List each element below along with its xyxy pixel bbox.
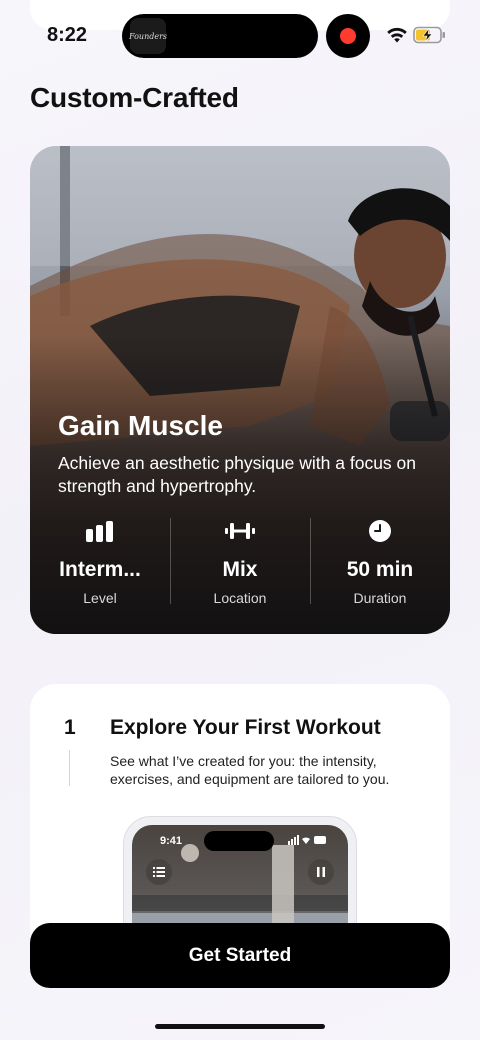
step-connector-line bbox=[69, 750, 70, 786]
stat-duration-label: Duration bbox=[353, 590, 407, 606]
goal-description: Achieve an aesthetic physique with a foc… bbox=[58, 453, 416, 496]
step-description: See what I’ve created for you: the inten… bbox=[110, 753, 390, 787]
screen-recording-indicator[interactable] bbox=[326, 14, 370, 58]
pause-icon bbox=[317, 867, 325, 877]
workout-stats: Interm... Level Mix Location 50 min Dura… bbox=[30, 516, 450, 606]
island-thumbnail-text: Founders bbox=[128, 31, 168, 41]
stat-level: Interm... Level bbox=[30, 516, 170, 606]
home-indicator[interactable] bbox=[155, 1024, 325, 1029]
stat-location-label: Location bbox=[213, 590, 267, 606]
battery-charging-icon bbox=[413, 26, 445, 44]
bar-chart-icon bbox=[86, 521, 113, 542]
wifi-icon bbox=[387, 27, 407, 43]
preview-dynamic-island bbox=[204, 831, 274, 851]
list-icon bbox=[153, 867, 165, 877]
island-thumbnail: Founders bbox=[128, 18, 168, 54]
stat-duration: 50 min Duration bbox=[310, 516, 450, 606]
goal-title: Gain Muscle bbox=[58, 410, 223, 441]
clock-icon bbox=[369, 520, 391, 542]
stat-location-value: Mix bbox=[222, 558, 258, 581]
stat-level-value: Interm... bbox=[59, 558, 141, 581]
dumbbell-icon bbox=[225, 523, 255, 539]
step-number: 1 bbox=[64, 716, 76, 739]
page-title: Custom-Crafted bbox=[30, 82, 239, 113]
preview-pause-button bbox=[308, 859, 334, 885]
preview-status-time: 9:41 bbox=[160, 835, 183, 847]
stat-level-label: Level bbox=[83, 590, 117, 606]
workout-goal-card[interactable]: Gain Muscle Achieve an aesthetic physiqu… bbox=[30, 146, 450, 634]
get-started-button[interactable]: Get Started bbox=[30, 923, 450, 988]
stat-duration-value: 50 min bbox=[346, 558, 414, 581]
preview-list-button bbox=[146, 859, 172, 885]
dynamic-island[interactable]: Founders bbox=[122, 14, 318, 58]
step-title: Explore Your First Workout bbox=[110, 716, 381, 739]
record-dot-icon bbox=[340, 28, 356, 44]
status-time: 8:22 bbox=[47, 24, 88, 46]
stat-location: Mix Location bbox=[170, 516, 310, 606]
preview-status-icons bbox=[288, 835, 326, 845]
